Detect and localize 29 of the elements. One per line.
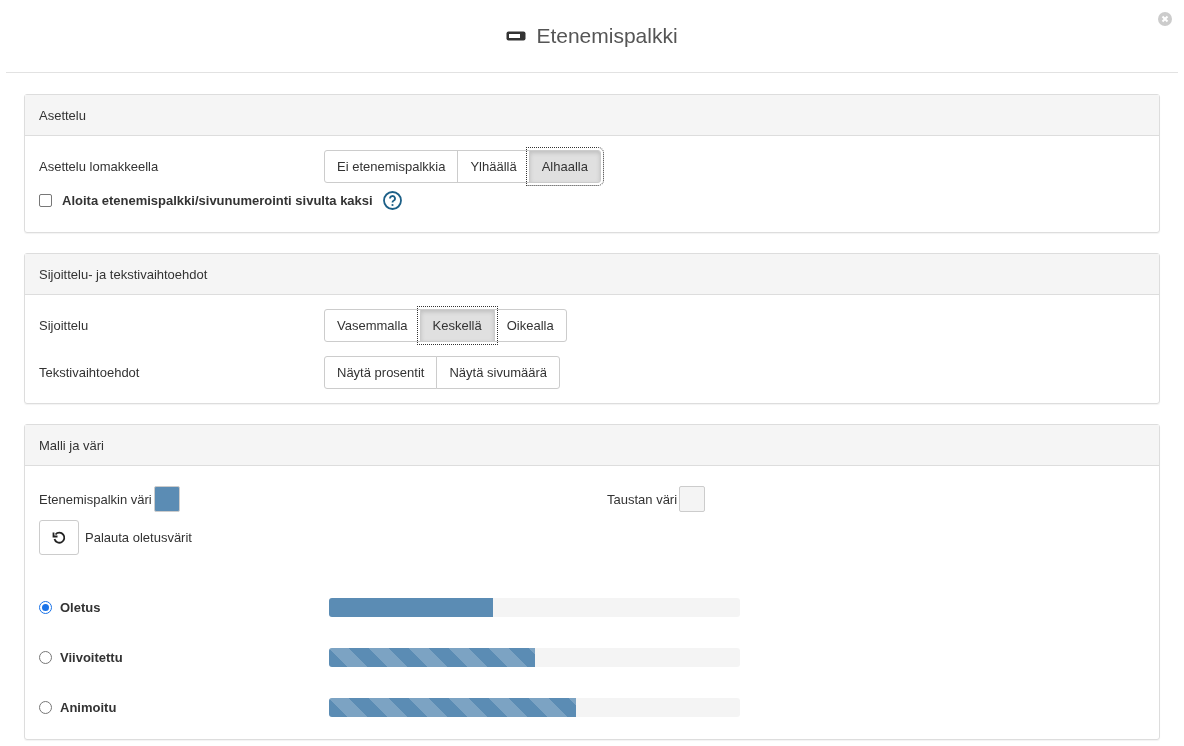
style-label: Oletus (60, 599, 101, 615)
option-button[interactable]: Ylhäällä (457, 150, 530, 183)
color-label: Etenemispalkin väri (39, 491, 152, 507)
option-button[interactable]: Näytä prosentit (324, 356, 438, 389)
option-button[interactable]: Alhaalla (528, 150, 601, 183)
style-label: Animoitu (60, 699, 117, 715)
color-label: Taustan väri (607, 491, 678, 507)
checkbox[interactable] (39, 194, 52, 207)
option-button[interactable]: Näytä sivumäärä (436, 356, 560, 389)
checkbox-label: Aloita etenemispalkki/sivunumerointi sivulta kaksi (62, 193, 373, 208)
undo-icon (52, 530, 66, 545)
reset-label: Palauta oletusvärit (85, 530, 192, 545)
option-button[interactable]: Ei etenemispalkkia (324, 150, 459, 183)
dialog-title: Etenemispalkki (536, 24, 678, 48)
progress-bar-icon (506, 31, 527, 41)
help-icon[interactable] (382, 191, 402, 210)
color-swatch[interactable] (153, 486, 180, 512)
field-label: Tekstivaihtoehdot (39, 365, 141, 380)
field-label: Sijoittelu (39, 318, 90, 333)
reset-button[interactable] (39, 520, 79, 555)
panel-title: Asettelu (39, 107, 86, 123)
option-button[interactable]: Vasemmalla (324, 309, 421, 342)
panel-title: Sijoittelu- ja tekstivaihtoehdot (39, 266, 208, 282)
color-swatch[interactable] (679, 486, 706, 512)
style-label: Viivoitettu (60, 649, 123, 665)
panel-title: Malli ja väri (39, 437, 104, 453)
field-label: Asettelu lomakkeella (39, 159, 160, 174)
option-button[interactable]: Keskellä (419, 309, 495, 342)
option-button[interactable]: Oikealla (493, 309, 567, 342)
